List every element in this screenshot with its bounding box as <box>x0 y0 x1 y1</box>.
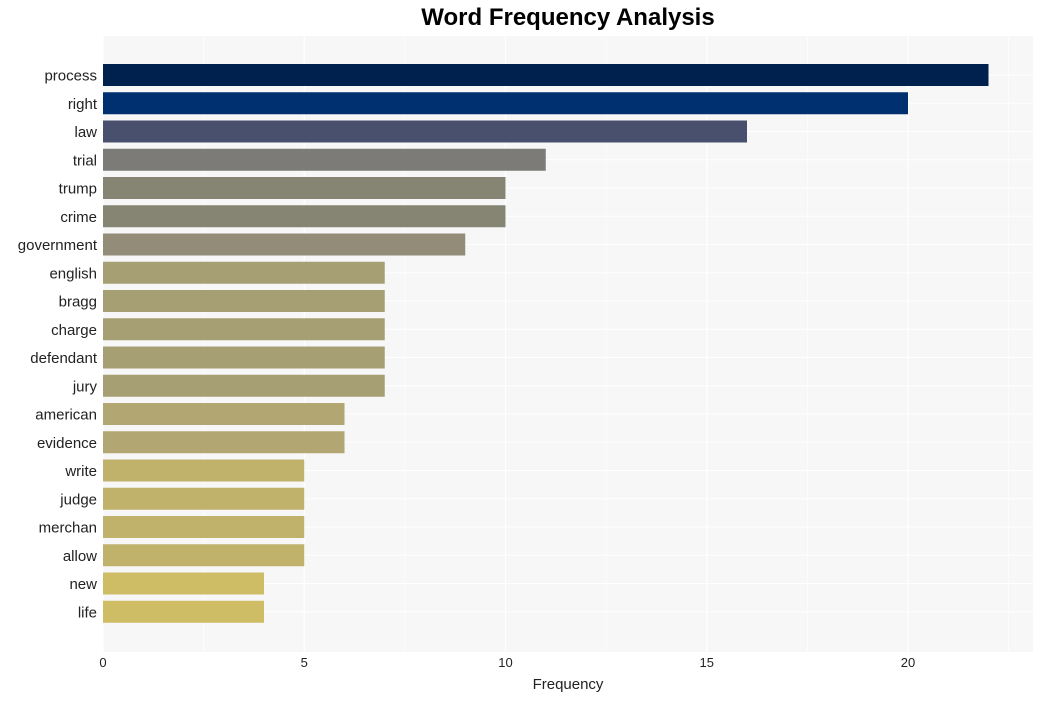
y-tick-label-crime: crime <box>60 209 97 226</box>
bar-life <box>103 600 264 623</box>
bar-evidence <box>103 431 345 454</box>
bar-process <box>103 64 989 86</box>
y-tick-label-life: life <box>78 604 97 621</box>
x-axis-label: Frequency <box>533 676 604 693</box>
y-tick-label-defendant: defendant <box>30 350 98 367</box>
y-tick-label-government: government <box>18 237 98 254</box>
y-tick-label-english: english <box>49 265 97 282</box>
bar-chart: process right law trial trump crime government… <box>18 36 1033 693</box>
y-tick-label-write: write <box>64 463 97 480</box>
bar-judge <box>103 487 305 510</box>
bar-charge <box>103 318 385 341</box>
y-tick-label-judge: judge <box>59 491 97 508</box>
bar-english <box>103 261 385 284</box>
x-tick-label: 0 <box>99 655 106 670</box>
bar-trial <box>103 148 546 171</box>
x-axis-tick-labels: 0 5 10 15 20 <box>99 655 915 670</box>
bar-new <box>103 572 264 595</box>
bar-american <box>103 403 345 425</box>
y-tick-label-new: new <box>69 576 97 593</box>
bar-crime <box>103 205 506 228</box>
y-tick-label-jury: jury <box>72 378 98 395</box>
y-tick-label-allow: allow <box>63 548 97 565</box>
bar-law <box>103 120 747 143</box>
y-tick-label-trial: trial <box>73 152 97 169</box>
y-tick-label-right: right <box>68 96 98 113</box>
x-tick-label: 20 <box>901 655 915 670</box>
bar-allow <box>103 544 305 567</box>
x-tick-label: 10 <box>498 655 512 670</box>
y-tick-label-bragg: bragg <box>59 294 97 311</box>
y-tick-label-charge: charge <box>51 322 97 339</box>
bar-merchan <box>103 516 305 538</box>
bar-government <box>103 233 466 256</box>
y-tick-label-american: american <box>35 407 97 424</box>
y-tick-label-process: process <box>44 68 97 85</box>
y-tick-label-law: law <box>74 124 97 141</box>
x-tick-label: 5 <box>301 655 308 670</box>
bar-right <box>103 92 908 115</box>
y-tick-label-evidence: evidence <box>37 435 97 452</box>
bar-trump <box>103 177 506 199</box>
bar-write <box>103 459 305 482</box>
bar-jury <box>103 374 385 397</box>
y-axis-tick-labels: process right law trial trump crime government… <box>18 68 98 622</box>
bar-bragg <box>103 290 385 312</box>
bar-defendant <box>103 346 385 369</box>
y-tick-label-trump: trump <box>59 181 97 198</box>
x-tick-label: 15 <box>700 655 714 670</box>
y-tick-label-merchan: merchan <box>39 520 97 537</box>
